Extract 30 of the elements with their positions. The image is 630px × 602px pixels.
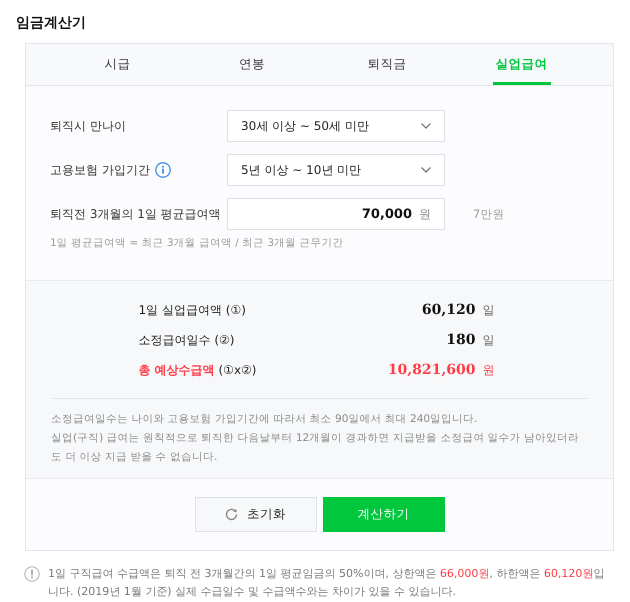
note-text: 실업(구직) 급여는 원칙적으로 퇴직한 다음날부터 12개월이 경과하면 지급받을 소정급여 일수가 남아있더라도 더 이상 지급 받을 수 없습니다. <box>51 431 580 465</box>
result-value: 10,821,600 <box>388 362 476 378</box>
field-label: 퇴직전 3개월의 1일 평균급여액 <box>50 206 221 222</box>
formula-text: 1일 평균급여액 = 최근 3개월 급여액 / 최근 3개월 근무기간 <box>50 236 344 250</box>
chevron-down-icon <box>421 123 431 129</box>
reset-button[interactable]: 초기화 <box>194 497 316 532</box>
tab[interactable]: 연봉 <box>236 44 268 85</box>
page-title: 임금계산기 <box>16 14 86 33</box>
field-label: 퇴직시 만나이 <box>50 118 126 134</box>
dropdown[interactable]: 5년 이상 ~ 10년 미만 <box>227 154 445 186</box>
chevron-down-icon <box>421 167 431 173</box>
result-label: 1일 실업급여액 (①) <box>138 302 247 318</box>
exclamation-icon <box>24 566 40 582</box>
note-text: 소정급여일수는 나이와 고용보험 가입기간에 따라서 최소 90일에서 최대 240일입니다. <box>51 412 478 427</box>
tab[interactable]: 퇴직금 <box>364 44 410 85</box>
dropdown[interactable]: 30세 이상 ~ 50세 미만 <box>227 110 445 142</box>
result-label: 총 예상수급액 (①x②) <box>138 362 258 378</box>
result-unit: 원 <box>482 362 496 378</box>
result-value: 180 <box>446 332 476 348</box>
field-label: 고용보험 가입기간 <box>50 162 150 178</box>
result-value: 60,120 <box>422 302 476 318</box>
result-unit: 일 <box>482 332 496 348</box>
result-label: 소정급여일수 (②) <box>138 332 236 348</box>
info-icon[interactable] <box>154 162 171 178</box>
amount-input[interactable]: 70,000 원 <box>227 198 445 230</box>
amount-hint: 7만원 <box>473 206 504 222</box>
footnote-text: 1일 구직급여 수급액은 퇴직 전 3개월간의 1일 평균임금의 50%이며, 상한액은 66,000원, 하한액은 60,120원입니다. (2019년 1월 기준) 실제 수급일수 및 수급액수와는 차이가 있을 수 있습니다. <box>48 566 606 600</box>
result-unit: 일 <box>482 302 496 318</box>
tab[interactable]: 시급 <box>101 44 134 85</box>
refresh-icon <box>225 508 238 521</box>
